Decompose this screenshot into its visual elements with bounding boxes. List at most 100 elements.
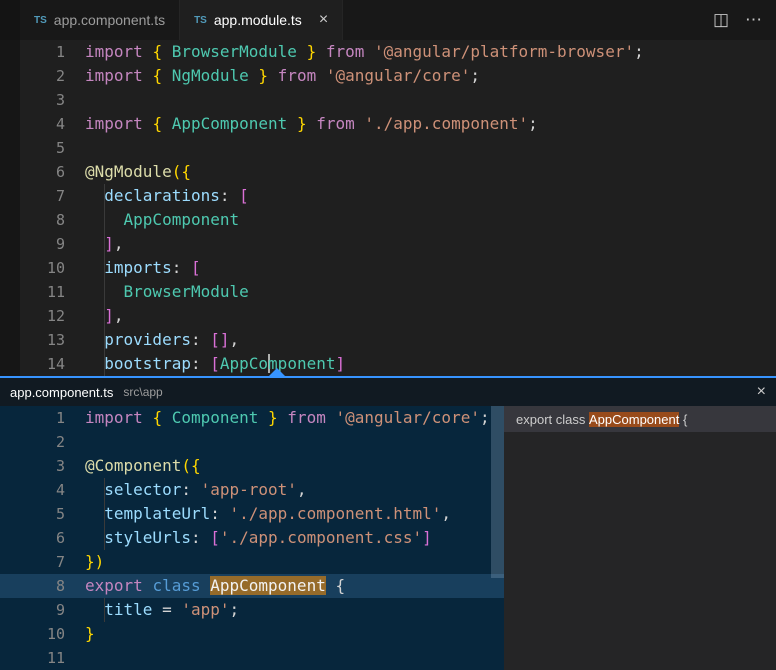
- line-number: 11: [0, 280, 65, 304]
- code-text: [65, 646, 85, 670]
- code-token: ]: [104, 234, 114, 253]
- code-line[interactable]: 4import { AppComponent } from './app.com…: [0, 112, 776, 136]
- code-token: ;: [230, 600, 240, 619]
- code-line[interactable]: 2import { NgModule } from '@angular/core…: [0, 64, 776, 88]
- tab-app-module-ts[interactable]: TS app.module.ts ×: [180, 0, 343, 40]
- peek-header[interactable]: app.component.ts src\app ×: [0, 378, 776, 406]
- split-editor-icon[interactable]: ◫: [713, 10, 729, 30]
- code-line[interactable]: 7 declarations: [: [0, 184, 776, 208]
- code-token: import: [85, 114, 152, 133]
- code-line[interactable]: 10}: [0, 622, 504, 646]
- line-number: 7: [0, 550, 65, 574]
- editor-app-module[interactable]: 1 import { BrowserModule } from '@angular…: [0, 40, 776, 376]
- code-token: '@angular/core': [335, 408, 480, 427]
- peek-scrollbar[interactable]: [491, 406, 504, 578]
- code-text: providers: [],: [65, 328, 239, 352]
- code-text: [65, 136, 85, 160]
- code-token: ;: [480, 408, 490, 427]
- code-token: }): [85, 552, 104, 571]
- code-token: @Component: [85, 456, 181, 475]
- code-line[interactable]: 10 imports: [: [0, 256, 776, 280]
- code-token: selector: [104, 480, 181, 499]
- code-line[interactable]: 9 title = 'app';: [0, 598, 504, 622]
- code-token: [85, 330, 104, 349]
- code-text: ],: [65, 304, 124, 328]
- code-token: templateUrl: [104, 504, 210, 523]
- peek-result-item[interactable]: export class AppComponent {: [504, 406, 776, 432]
- code-token: [85, 186, 104, 205]
- line-number: 4: [0, 478, 65, 502]
- code-token: [85, 234, 104, 253]
- code-token: import: [85, 42, 152, 61]
- code-line[interactable]: 12 ],: [0, 304, 776, 328]
- code-token: :: [191, 330, 210, 349]
- peek-editor[interactable]: 1import { Component } from '@angular/cor…: [0, 406, 504, 670]
- code-token: AppCo: [220, 354, 268, 373]
- code-text: selector: 'app-root',: [65, 478, 307, 502]
- code-line[interactable]: 3@Component({: [0, 454, 504, 478]
- code-token: from: [316, 114, 364, 133]
- code-token: {: [152, 66, 171, 85]
- code-line[interactable]: 4 selector: 'app-root',: [0, 478, 504, 502]
- code-text: import { NgModule } from '@angular/core'…: [65, 64, 480, 88]
- code-token: './app.component.html': [230, 504, 442, 523]
- code-token: ;: [528, 114, 538, 133]
- code-token: 'app': [181, 600, 229, 619]
- code-token: [85, 600, 104, 619]
- code-token: BrowserModule: [172, 42, 307, 61]
- code-token: ;: [470, 66, 480, 85]
- result-match-highlight: AppComponent: [589, 412, 679, 427]
- code-text: }: [65, 622, 95, 646]
- code-token: ]: [104, 306, 114, 325]
- code-text: imports: [: [65, 256, 201, 280]
- code-line[interactable]: 11: [0, 646, 504, 670]
- tab-app-component-ts[interactable]: TS app.component.ts: [20, 0, 180, 40]
- code-token: BrowserModule: [124, 282, 249, 301]
- line-number: 4: [0, 112, 65, 136]
- code-token: :: [220, 186, 239, 205]
- indent-guide: [104, 184, 105, 376]
- code-text: BrowserModule: [65, 280, 249, 304]
- code-line[interactable]: 8export class AppComponent {: [0, 574, 504, 598]
- code-line[interactable]: 1import { Component } from '@angular/cor…: [0, 406, 504, 430]
- code-line[interactable]: 7}): [0, 550, 504, 574]
- code-token: [: [210, 354, 220, 373]
- code-token: ({: [181, 456, 200, 475]
- line-number: 5: [0, 502, 65, 526]
- code-text: import { AppComponent } from './app.comp…: [65, 112, 538, 136]
- typescript-file-icon: TS: [34, 15, 47, 26]
- code-line[interactable]: 13 providers: [],: [0, 328, 776, 352]
- code-line[interactable]: 11 BrowserModule: [0, 280, 776, 304]
- code-token: from: [326, 42, 374, 61]
- code-token: }: [85, 624, 95, 643]
- code-line[interactable]: 8 AppComponent: [0, 208, 776, 232]
- code-token: }: [268, 408, 287, 427]
- code-token: [: [191, 258, 201, 277]
- code-line[interactable]: 5: [0, 136, 776, 160]
- indent-guide: [104, 598, 105, 622]
- code-line[interactable]: 14 bootstrap: [AppComponent]: [0, 352, 776, 376]
- line-number: 1: [0, 40, 65, 64]
- code-token: @NgModule: [85, 162, 172, 181]
- code-line[interactable]: 9 ],: [0, 232, 776, 256]
- code-text: @Component({: [65, 454, 201, 478]
- result-text: export class: [516, 412, 589, 427]
- code-line[interactable]: 2: [0, 430, 504, 454]
- code-line[interactable]: 5 templateUrl: './app.component.html',: [0, 502, 504, 526]
- code-token: '@angular/platform-browser': [374, 42, 634, 61]
- peek-body: 1import { Component } from '@angular/cor…: [0, 406, 776, 670]
- code-line[interactable]: 1import { BrowserModule } from '@angular…: [0, 40, 776, 64]
- close-tab-icon[interactable]: ×: [319, 12, 328, 28]
- line-number: 11: [0, 646, 65, 670]
- peek-close-icon[interactable]: ×: [757, 383, 766, 401]
- code-line[interactable]: 6 styleUrls: ['./app.component.css']: [0, 526, 504, 550]
- code-token: [85, 258, 104, 277]
- code-token: }: [297, 114, 316, 133]
- code-token: './app.component.css': [220, 528, 422, 547]
- more-actions-icon[interactable]: ⋯: [745, 10, 762, 30]
- code-line[interactable]: 3: [0, 88, 776, 112]
- code-text: @NgModule({: [65, 160, 191, 184]
- code-token: AppComponent: [172, 114, 297, 133]
- code-line[interactable]: 6@NgModule({: [0, 160, 776, 184]
- vscode-window: TS app.component.ts TS app.module.ts × ◫…: [0, 0, 776, 670]
